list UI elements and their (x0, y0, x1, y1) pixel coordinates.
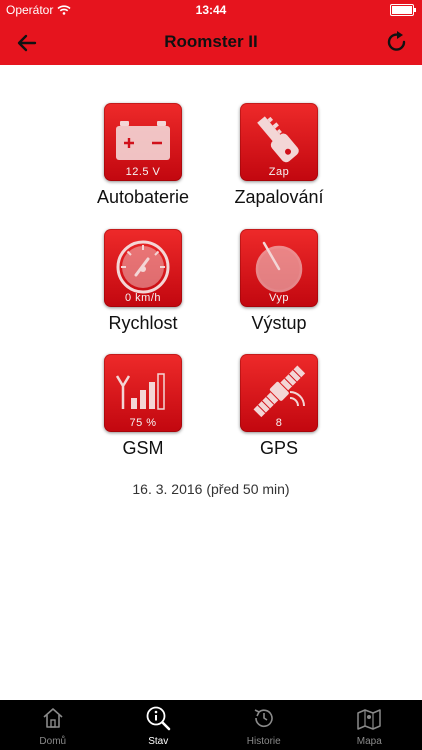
output-button[interactable]: Vyp (240, 229, 318, 307)
nav-bar: Roomster II (0, 20, 422, 65)
tab-bar: Domů Stav Historie Mapa (0, 700, 422, 750)
tab-home-label: Domů (39, 736, 67, 747)
battery-icon (390, 4, 416, 16)
tab-home[interactable]: Domů (0, 700, 106, 750)
tab-history-label: Historie (246, 736, 281, 747)
tab-map-label: Mapa (356, 736, 382, 747)
tab-history[interactable]: Historie (211, 700, 317, 750)
ignition-value: Zap (268, 166, 290, 178)
output-value: Vyp (268, 292, 290, 304)
gsm-value: 75 % (129, 417, 157, 429)
ignition-label: Zapalování (234, 187, 324, 207)
car-battery-button[interactable]: 12.5 V (104, 103, 182, 181)
tile-gps[interactable]: 8 GPS (199, 354, 359, 459)
map-icon (357, 709, 381, 730)
status-time: 13:44 (195, 3, 227, 17)
gps-label: GPS (259, 438, 298, 458)
last-update-timestamp: 16. 3. 2016 (před 50 min) (132, 481, 290, 497)
refresh-icon[interactable] (384, 29, 410, 55)
car-battery-value: 12.5 V (125, 166, 161, 178)
tile-output[interactable]: Vyp Výstup (199, 229, 359, 334)
tab-status-label: Stav (148, 736, 169, 747)
info-search-icon (146, 706, 171, 731)
output-label: Výstup (251, 313, 307, 333)
tile-ignition[interactable]: Zap Zapalování (199, 103, 359, 208)
tab-status[interactable]: Stav (106, 700, 212, 750)
history-icon (254, 709, 273, 728)
ignition-button[interactable]: Zap (240, 103, 318, 181)
status-bar: Operátor 13:44 (0, 0, 422, 20)
home-icon (43, 708, 63, 728)
tab-map[interactable]: Mapa (317, 700, 422, 750)
gsm-button[interactable]: 75 % (104, 354, 182, 432)
speed-value: 0 km/h (124, 292, 161, 304)
page-title: Roomster II (164, 32, 258, 51)
gps-value: 8 (275, 417, 283, 429)
gps-button[interactable]: 8 (240, 354, 318, 432)
speed-button[interactable]: 0 km/h (104, 229, 182, 307)
